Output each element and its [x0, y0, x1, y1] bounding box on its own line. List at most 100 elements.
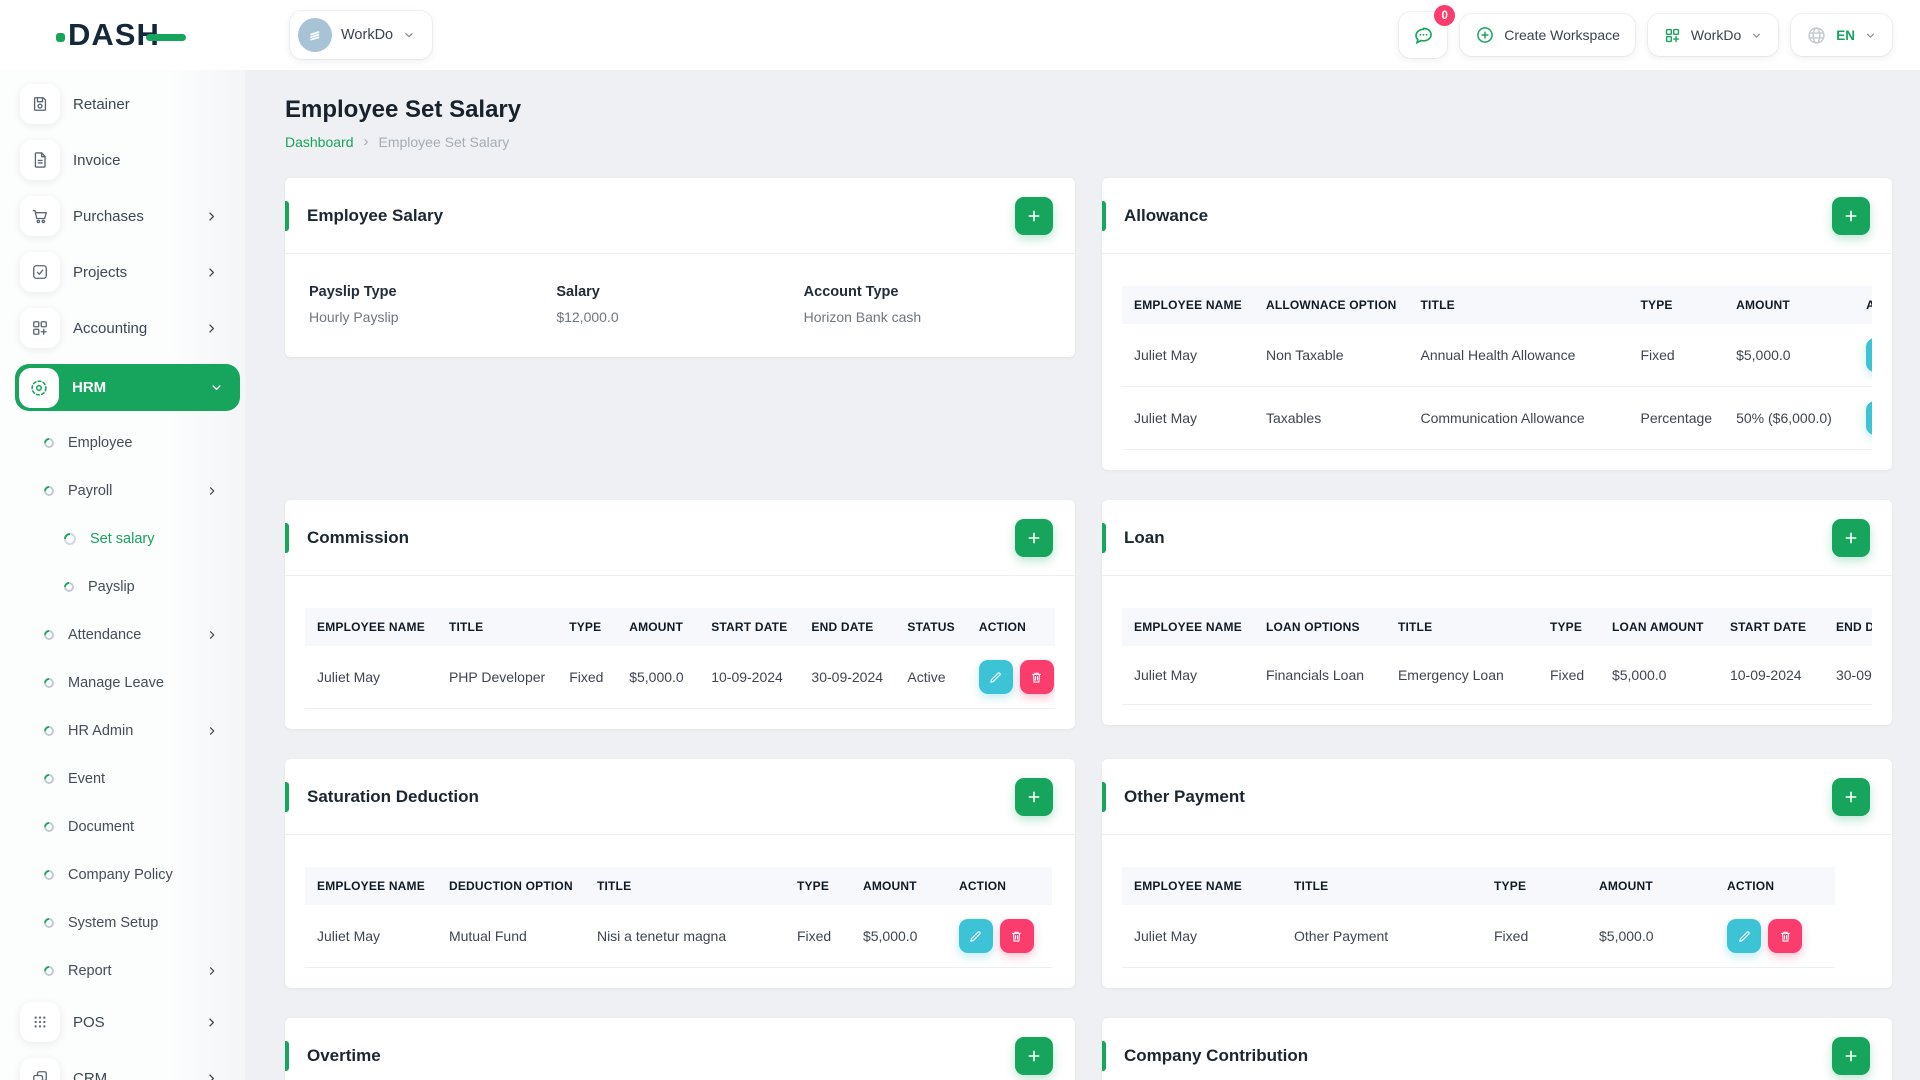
chevron-right-icon — [204, 265, 219, 280]
bullet-ring-icon — [61, 530, 79, 548]
floppy-disk-icon — [20, 84, 60, 124]
column-header: End Date — [1823, 608, 1872, 646]
saturation-deduction-table: Employee Name Deduction Option Title Typ… — [305, 867, 1052, 968]
add-overtime-button[interactable] — [1015, 1036, 1053, 1075]
column-header: Type — [1482, 867, 1587, 905]
sidebar-item-pos[interactable]: POS — [0, 1002, 245, 1042]
cell: Fixed — [1628, 324, 1725, 387]
sidebar-item-payroll[interactable]: Payroll — [0, 474, 245, 508]
sidebar-item-event[interactable]: Event — [0, 762, 245, 796]
app-switcher-button[interactable]: WorkDo — [1647, 14, 1779, 56]
sidebar-item-projects[interactable]: Projects — [0, 252, 245, 292]
create-workspace-button[interactable]: Create Workspace — [1460, 14, 1635, 56]
delete-button[interactable] — [1019, 660, 1054, 694]
column-header: Start Date — [699, 608, 800, 646]
sidebar-item-label: Manage Leave — [68, 675, 164, 691]
edit-employee-salary-button[interactable] — [1015, 196, 1053, 235]
card-title: Overtime — [307, 1045, 381, 1065]
sidebar-item-attendance[interactable]: Attendance — [0, 618, 245, 652]
sidebar-item-label: Company Policy — [68, 867, 173, 883]
sidebar-item-crm[interactable]: CRM — [0, 1058, 245, 1080]
sidebar-item-document[interactable]: Document — [0, 810, 245, 844]
cell: $5,000.0 — [850, 905, 947, 968]
employee-salary-card: Employee Salary Payslip Type Hourly Pays… — [285, 178, 1075, 357]
sidebar-item-system-setup[interactable]: System Setup — [0, 906, 245, 940]
commission-card: Commission Employee Name Title Type Amou… — [285, 500, 1075, 729]
trash-icon — [1012, 931, 1022, 942]
sidebar-item-set-salary[interactable]: Set salary — [0, 522, 245, 556]
cell: Non Taxable — [1253, 324, 1409, 387]
sidebar-item-retainer[interactable]: Retainer — [0, 84, 245, 124]
column-header: Title — [1282, 867, 1482, 905]
table-row: Juliet May Taxables Communication Allowa… — [1122, 386, 1872, 450]
allowance-card: Allowance Employee Name Allownace Option… — [1102, 178, 1892, 470]
edit-button[interactable] — [1866, 338, 1872, 372]
bullet-ring-icon — [41, 627, 57, 643]
add-other-payment-button[interactable] — [1832, 777, 1870, 816]
chevron-right-icon — [204, 209, 219, 224]
logo[interactable]: DASH — [0, 17, 245, 53]
check-square-icon — [20, 252, 60, 292]
language-button[interactable]: EN — [1791, 14, 1892, 56]
sidebar-item-invoice[interactable]: Invoice — [0, 140, 245, 180]
cell: 30-09-2024 — [1823, 646, 1872, 705]
bullet-ring-icon — [41, 435, 57, 451]
add-loan-button[interactable] — [1832, 518, 1870, 557]
sidebar-item-hr-admin[interactable]: HR Admin — [0, 714, 245, 748]
cell: Juliet May — [305, 646, 437, 709]
breadcrumb-current: Employee Set Salary — [378, 133, 510, 150]
delete-button[interactable] — [1768, 919, 1802, 953]
page-title: Employee Set Salary — [285, 96, 522, 123]
add-company-contribution-button[interactable] — [1832, 1036, 1870, 1075]
delete-button[interactable] — [999, 919, 1034, 953]
breadcrumb-dashboard-link[interactable]: Dashboard — [285, 134, 354, 150]
sidebar-item-label: Payroll — [68, 483, 113, 499]
workspace-switcher[interactable]: WorkDo — [290, 11, 433, 59]
chevron-down-icon — [1866, 33, 1875, 38]
column-header: Employee Name — [1122, 867, 1282, 905]
sidebar-item-company-policy[interactable]: Company Policy — [0, 858, 245, 892]
column-header: Action — [966, 608, 1055, 646]
table-row: Juliet May PHP Developer Fixed $5,000.0 … — [305, 646, 1055, 709]
sidebar-item-purchases[interactable]: Purchases — [0, 196, 245, 236]
table-row: Juliet May Mutual Fund Nisi a tenetur ma… — [305, 905, 1052, 968]
edit-button[interactable] — [1866, 401, 1872, 435]
card-title: Employee Salary — [307, 205, 444, 225]
sidebar-item-manage-leave[interactable]: Manage Leave — [0, 666, 245, 700]
table-row: Juliet May Non Taxable Annual Health All… — [1122, 324, 1872, 387]
cell: Percentage — [1628, 386, 1725, 450]
edit-button[interactable] — [1727, 919, 1761, 953]
sidebar-item-label: Purchases — [73, 207, 144, 225]
add-commission-button[interactable] — [1015, 518, 1053, 557]
messages-button[interactable]: 0 — [1399, 5, 1456, 58]
cell: 10-09-2024 — [1717, 646, 1824, 705]
cell: Juliet May — [1122, 386, 1254, 450]
sidebar-item-report[interactable]: Report — [0, 954, 245, 988]
hrm-dashed-circle-icon — [19, 367, 59, 408]
trash-icon — [1032, 672, 1042, 683]
cell: Other Payment — [1282, 905, 1482, 968]
add-allowance-button[interactable] — [1832, 196, 1870, 235]
edit-button[interactable] — [978, 660, 1013, 694]
loan-card: Loan Employee Name Loan Options Title Ty… — [1102, 500, 1892, 725]
plus-icon — [1845, 532, 1857, 543]
cell: Nisi a tenetur magna — [584, 905, 785, 968]
sidebar-item-payslip[interactable]: Payslip — [0, 570, 245, 604]
sidebar-item-hrm[interactable]: HRM — [15, 364, 240, 411]
allowance-table: Employee Name Allownace Option Title Typ… — [1122, 286, 1872, 450]
edit-button[interactable] — [958, 919, 993, 953]
cell: Mutual Fund — [436, 905, 585, 968]
pencil-icon — [970, 930, 982, 942]
trash-icon — [1780, 931, 1790, 942]
card-title: Company Contribution — [1124, 1045, 1309, 1065]
column-header: Loan Options — [1253, 608, 1386, 646]
sidebar-item-accounting[interactable]: Accounting — [0, 308, 245, 348]
app-switcher-label: WorkDo — [1690, 27, 1742, 43]
sidebar-item-employee[interactable]: Employee — [0, 426, 245, 460]
cell: Fixed — [1482, 905, 1587, 968]
column-header: Allownace Option — [1253, 286, 1409, 324]
field-label: Account Type — [803, 284, 899, 300]
chevron-right-icon — [205, 964, 219, 978]
add-saturation-deduction-button[interactable] — [1015, 777, 1053, 816]
card-title: Loan — [1124, 527, 1165, 547]
